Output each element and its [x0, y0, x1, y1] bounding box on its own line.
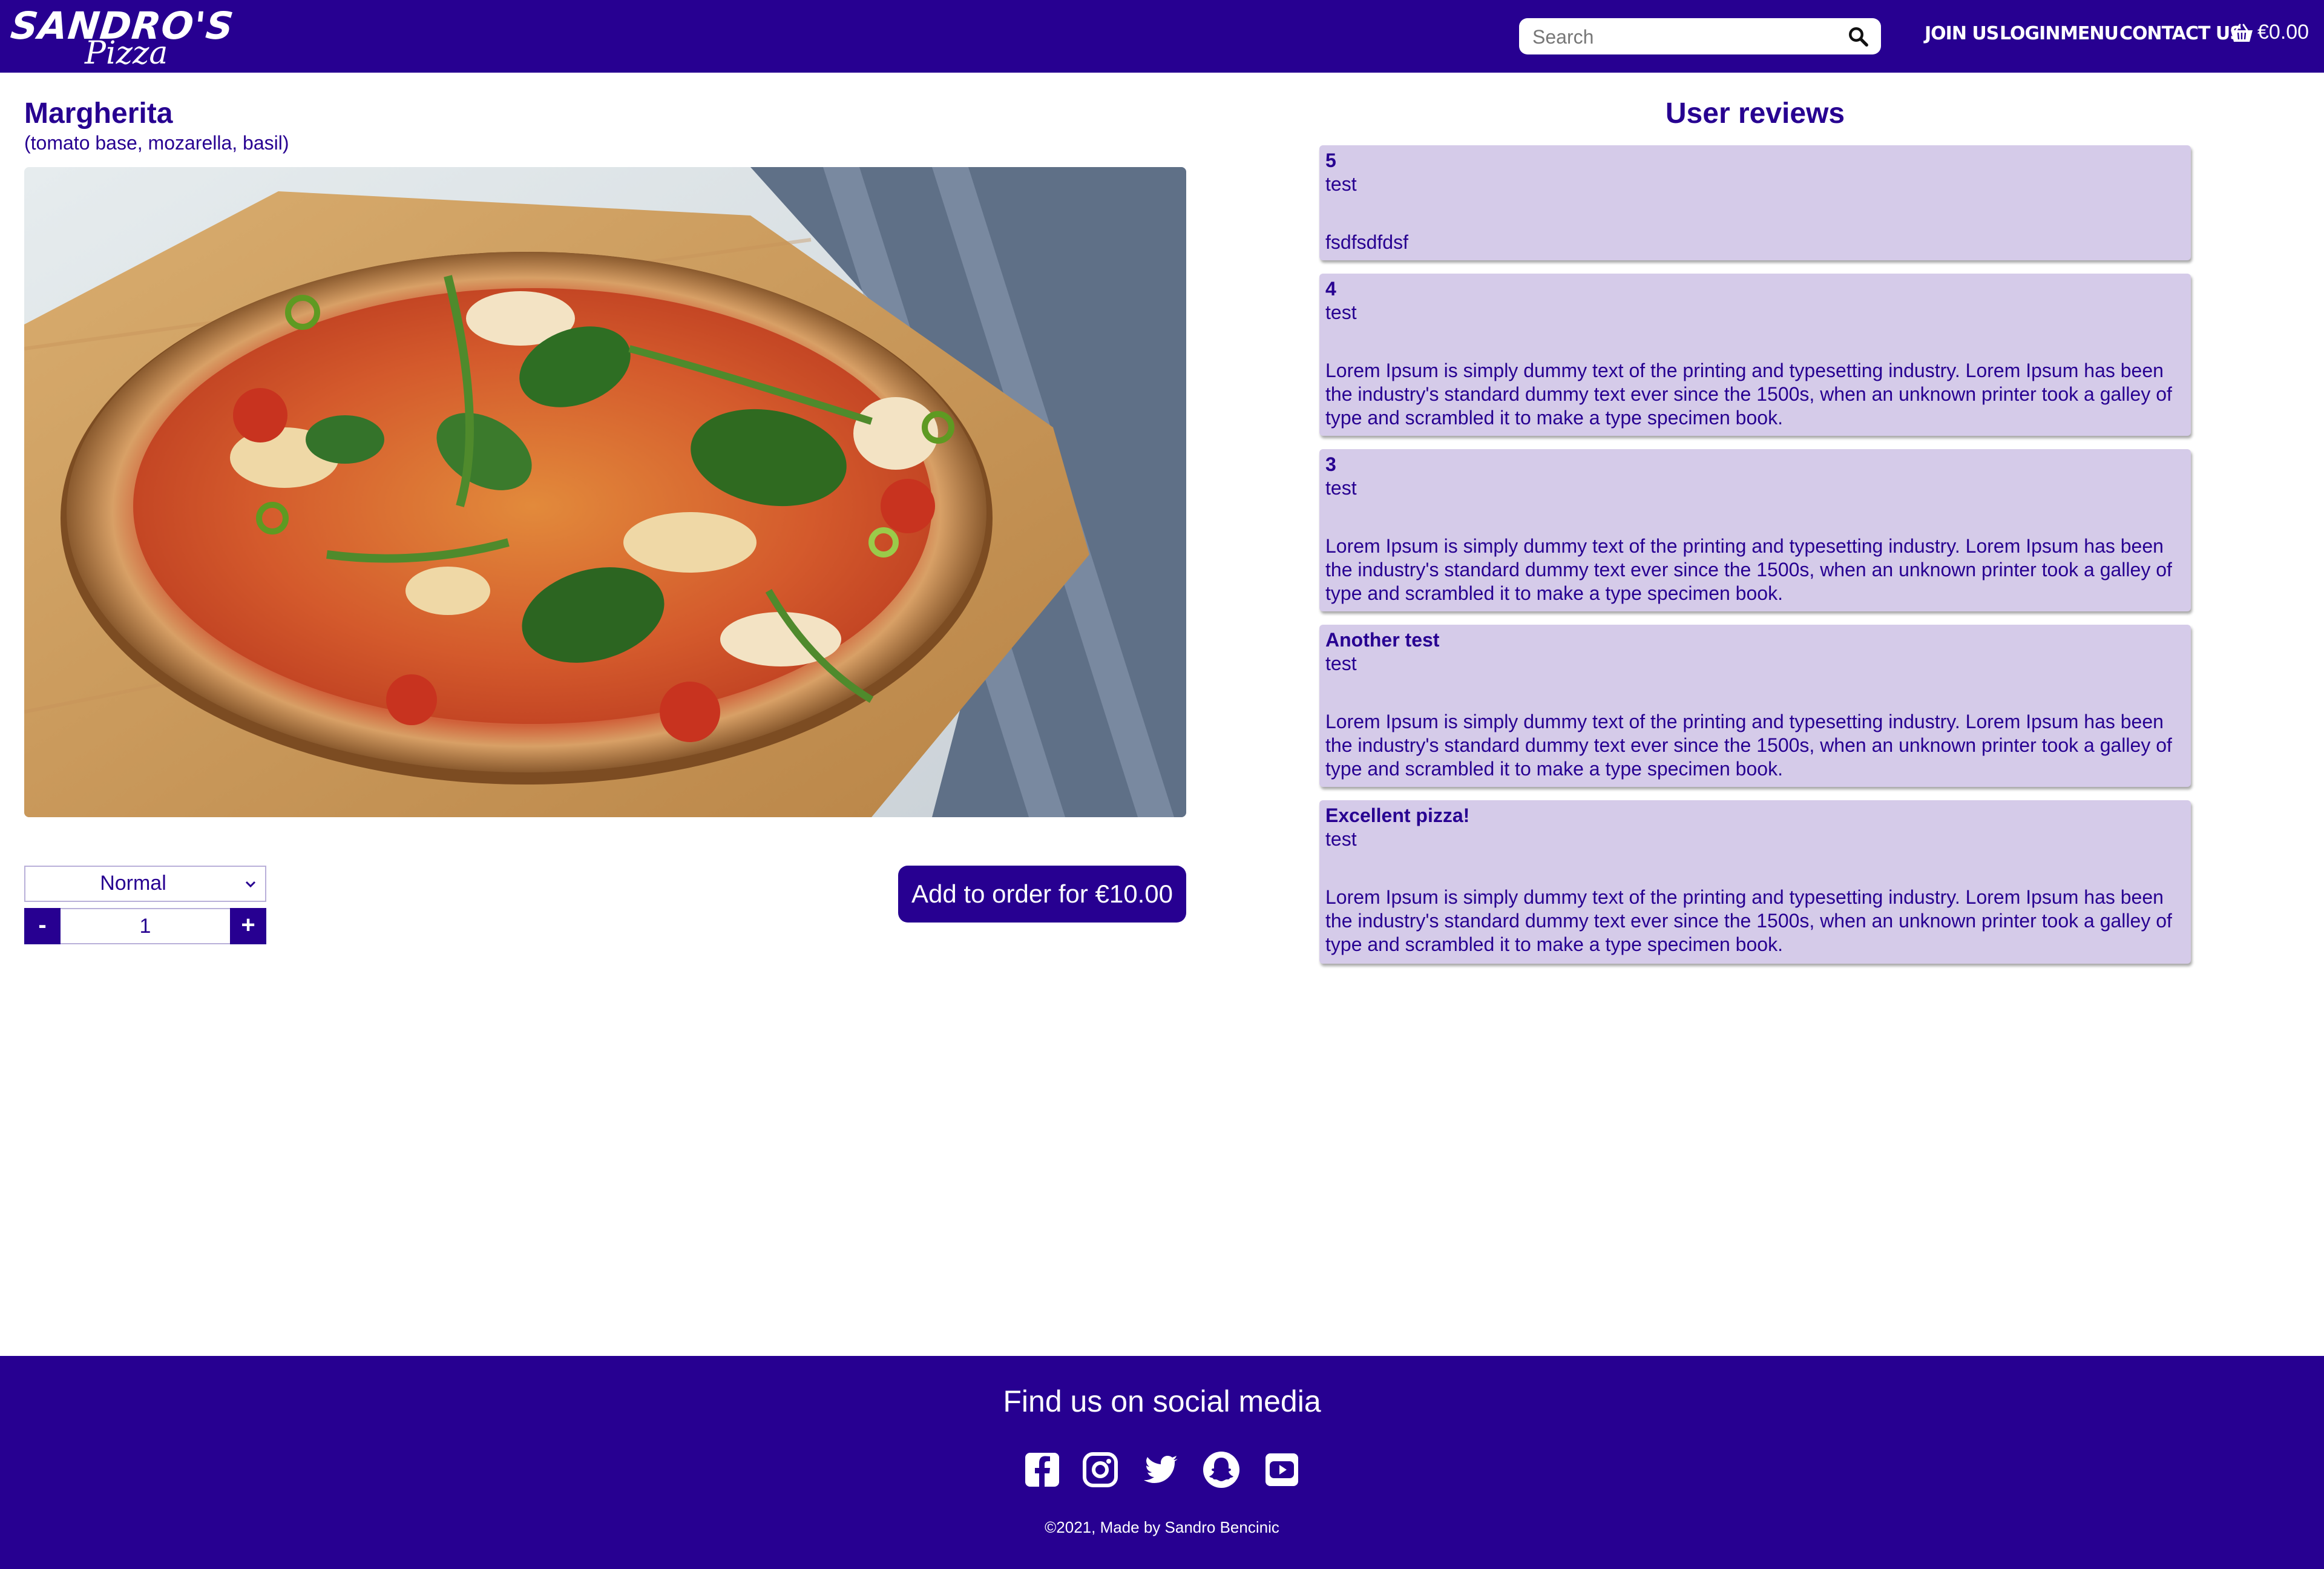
social-links: [1023, 1450, 1301, 1492]
quantity-input[interactable]: 1: [61, 908, 230, 944]
review-subtitle: test: [1325, 477, 1357, 499]
pizza-image: [24, 167, 1186, 817]
review-text: Lorem Ipsum is simply dummy text of the …: [1325, 360, 2172, 429]
footer-title: Find us on social media: [1003, 1384, 1321, 1418]
facebook-icon[interactable]: [1023, 1450, 1062, 1489]
review-card: 4 test Lorem Ipsum is simply dummy text …: [1319, 274, 2191, 436]
quantity-stepper: - 1 +: [24, 908, 266, 944]
review-subtitle: test: [1325, 653, 1357, 674]
twitter-icon[interactable]: [1141, 1450, 1180, 1489]
top-navbar: SANDRO'S Pizza JOIN US LOGIN MENU CONTAC…: [0, 0, 2324, 73]
chevron-down-icon: [245, 881, 256, 888]
review-card: Excellent pizza! test Lorem Ipsum is sim…: [1319, 800, 2191, 964]
review-card: Another test test Lorem Ipsum is simply …: [1319, 625, 2191, 787]
product-ingredients: (tomato base, mozarella, basil): [24, 132, 289, 154]
search-icon[interactable]: [1847, 25, 1869, 47]
review-title: 3: [1325, 453, 1336, 475]
search-input[interactable]: [1531, 23, 1836, 51]
reviews-title: User reviews: [1665, 97, 1845, 130]
site-logo[interactable]: SANDRO'S Pizza: [8, 4, 236, 71]
nav-menu[interactable]: MENU: [2060, 23, 2119, 50]
size-select-value: Normal: [100, 872, 166, 895]
review-text: fsdfsdfdsf: [1325, 231, 1408, 253]
add-to-order-button[interactable]: Add to order for €10.00: [898, 866, 1186, 923]
size-select[interactable]: Normal: [24, 866, 266, 902]
cart-button[interactable]: €0.00: [2230, 21, 2309, 51]
snapchat-icon[interactable]: [1202, 1450, 1241, 1489]
basket-icon: [2231, 24, 2253, 42]
pizza-photo: [24, 167, 1186, 817]
footer: Find us on social media ©2021, Made by S…: [0, 1356, 2324, 1569]
review-subtitle: test: [1325, 301, 1357, 323]
nav-login[interactable]: LOGIN: [2000, 23, 2060, 50]
youtube-icon[interactable]: [1262, 1450, 1301, 1489]
nav-join-us[interactable]: JOIN US: [1925, 23, 1999, 50]
review-title: Excellent pizza!: [1325, 804, 1470, 826]
review-text: Lorem Ipsum is simply dummy text of the …: [1325, 711, 2172, 780]
review-card: 5 test fsdfsdfdsf: [1319, 145, 2191, 260]
instagram-icon[interactable]: [1081, 1450, 1120, 1489]
increment-button[interactable]: +: [230, 908, 266, 944]
review-card: 3 test Lorem Ipsum is simply dummy text …: [1319, 449, 2191, 611]
copyright: ©2021, Made by Sandro Bencinic: [1045, 1518, 1279, 1536]
product-title: Margherita: [24, 97, 173, 130]
nav-contact-us[interactable]: CONTACT US: [2119, 23, 2243, 50]
review-title: 5: [1325, 150, 1336, 171]
review-title: 4: [1325, 278, 1336, 300]
review-title: Another test: [1325, 629, 1440, 651]
review-subtitle: test: [1325, 173, 1357, 195]
review-text: Lorem Ipsum is simply dummy text of the …: [1325, 886, 2172, 955]
logo-script: Pizza: [85, 35, 168, 71]
decrement-button[interactable]: -: [24, 908, 61, 944]
review-subtitle: test: [1325, 828, 1357, 850]
search-box: [1519, 18, 1881, 54]
review-text: Lorem Ipsum is simply dummy text of the …: [1325, 535, 2172, 604]
cart-total: €0.00: [2257, 21, 2309, 44]
